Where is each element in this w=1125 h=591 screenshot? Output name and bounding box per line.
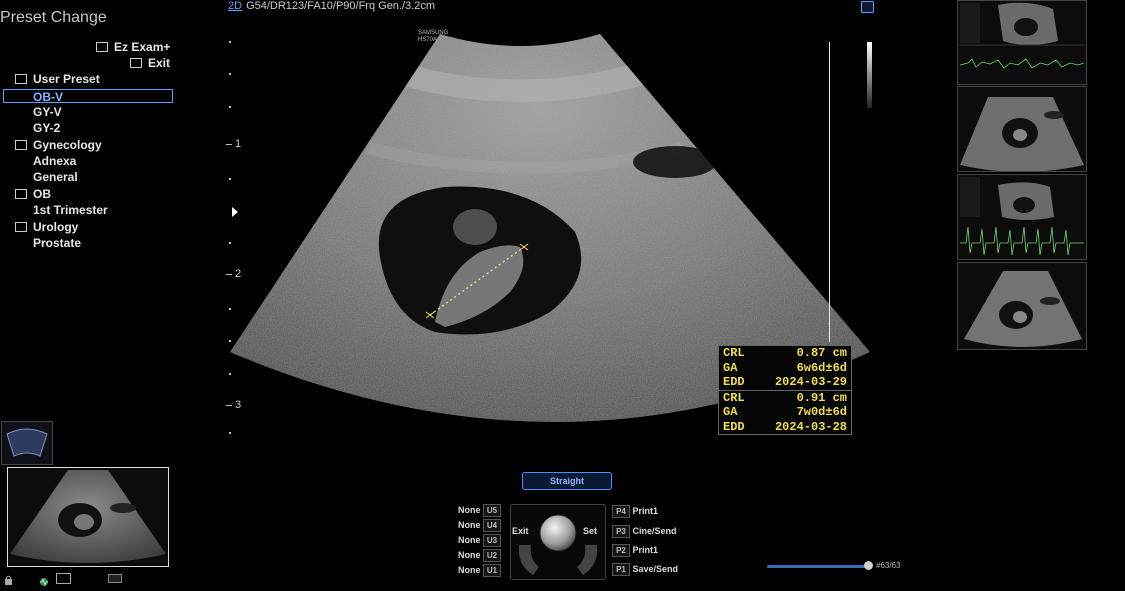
folder-icon	[15, 74, 27, 84]
preset-item-gy-2[interactable]: GY-2	[33, 121, 60, 135]
folder-icon	[15, 140, 27, 150]
lock-icon[interactable]	[4, 572, 13, 585]
measurement-row: CRL 0.87 cm	[723, 346, 847, 360]
print-icon[interactable]	[108, 574, 122, 583]
clip-thumbnail-4[interactable]	[957, 262, 1087, 350]
clip-thumbnail-1[interactable]	[957, 0, 1087, 85]
cine-frame-counter: #63/63	[876, 561, 901, 570]
category-gynecology[interactable]: Gynecology	[15, 138, 102, 152]
p-key-p2[interactable]: P2 Print1	[612, 544, 658, 557]
p-key-p1[interactable]: P1 Save/Send	[612, 563, 678, 576]
category-ob[interactable]: OB	[15, 187, 51, 201]
cine-cursor-line[interactable]	[829, 42, 830, 342]
user-key-u2[interactable]: None U2	[458, 549, 502, 562]
user-key-u5[interactable]: None U5	[458, 504, 502, 517]
p-key-p4[interactable]: P4 Print1	[612, 505, 658, 518]
exit-button[interactable]: Exit	[130, 56, 170, 70]
reference-thumbnail[interactable]	[7, 467, 169, 567]
exit-arrow-icon	[130, 58, 142, 68]
trackball-exit-button[interactable]: Exit	[512, 526, 529, 536]
trackball-control[interactable]	[510, 504, 606, 580]
preset-item-prostate[interactable]: Prostate	[33, 236, 81, 250]
category-urology[interactable]: Urology	[15, 220, 78, 234]
clip-thumbnail-2[interactable]	[957, 86, 1087, 172]
ez-exam-button[interactable]: Ez Exam+	[96, 40, 170, 54]
preset-item-gy-v[interactable]: GY-V	[33, 105, 62, 119]
parameter-text: G54/DR123/FA10/P90/Frq Gen./3.2cm	[246, 0, 435, 12]
clip-thumbnail-3[interactable]	[957, 174, 1087, 260]
folder-icon	[15, 189, 27, 199]
user-key-u3[interactable]: None U3	[458, 534, 502, 547]
measurement-row: CRL 0.91 cm	[723, 390, 847, 405]
fullscreen-icon[interactable]	[861, 1, 874, 13]
imaging-parameters: 2D G54/DR123/FA10/P90/Frq Gen./3.2cm	[228, 0, 435, 12]
preset-item-adnexa[interactable]: Adnexa	[33, 154, 76, 168]
folder-icon	[15, 222, 27, 232]
trackball-set-button[interactable]: Set	[583, 526, 597, 536]
measurement-row: GA 7w0d±6d	[723, 405, 847, 419]
measurement-row: GA 6w6d±6d	[723, 360, 847, 375]
measurement-results: CRL 0.87 cm GA 6w6d±6d EDD 2024-03-29 CRL 0.…	[718, 345, 852, 435]
page-title: Preset Change	[0, 9, 107, 26]
grayscale-bar	[867, 42, 872, 108]
probe-icon	[1, 421, 53, 465]
mode-2d-link[interactable]: 2D	[228, 0, 242, 12]
straight-button[interactable]: Straight	[522, 472, 612, 490]
category-user-preset[interactable]: User Preset	[15, 72, 100, 86]
ecg-icon	[39, 573, 49, 587]
user-key-u4[interactable]: None U4	[458, 519, 502, 532]
exit-arrow-icon	[96, 42, 108, 52]
measurement-row: EDD 2024-03-29	[723, 375, 847, 389]
cine-slider-handle[interactable]	[864, 561, 873, 570]
p-key-p3[interactable]: P3 Cine/Send	[612, 525, 677, 538]
preset-item-ob-v[interactable]: OB-V	[3, 89, 173, 104]
cine-slider-track[interactable]	[767, 565, 869, 568]
preset-item-general[interactable]: General	[33, 170, 78, 184]
probe-label: SAMSUNG HS70A	[418, 30, 449, 43]
preset-item-1st-trimester[interactable]: 1st Trimester	[33, 203, 108, 217]
measurement-row: EDD 2024-03-28	[723, 419, 847, 434]
monitor-icon	[56, 573, 71, 584]
user-key-u1[interactable]: None U1	[458, 564, 502, 577]
